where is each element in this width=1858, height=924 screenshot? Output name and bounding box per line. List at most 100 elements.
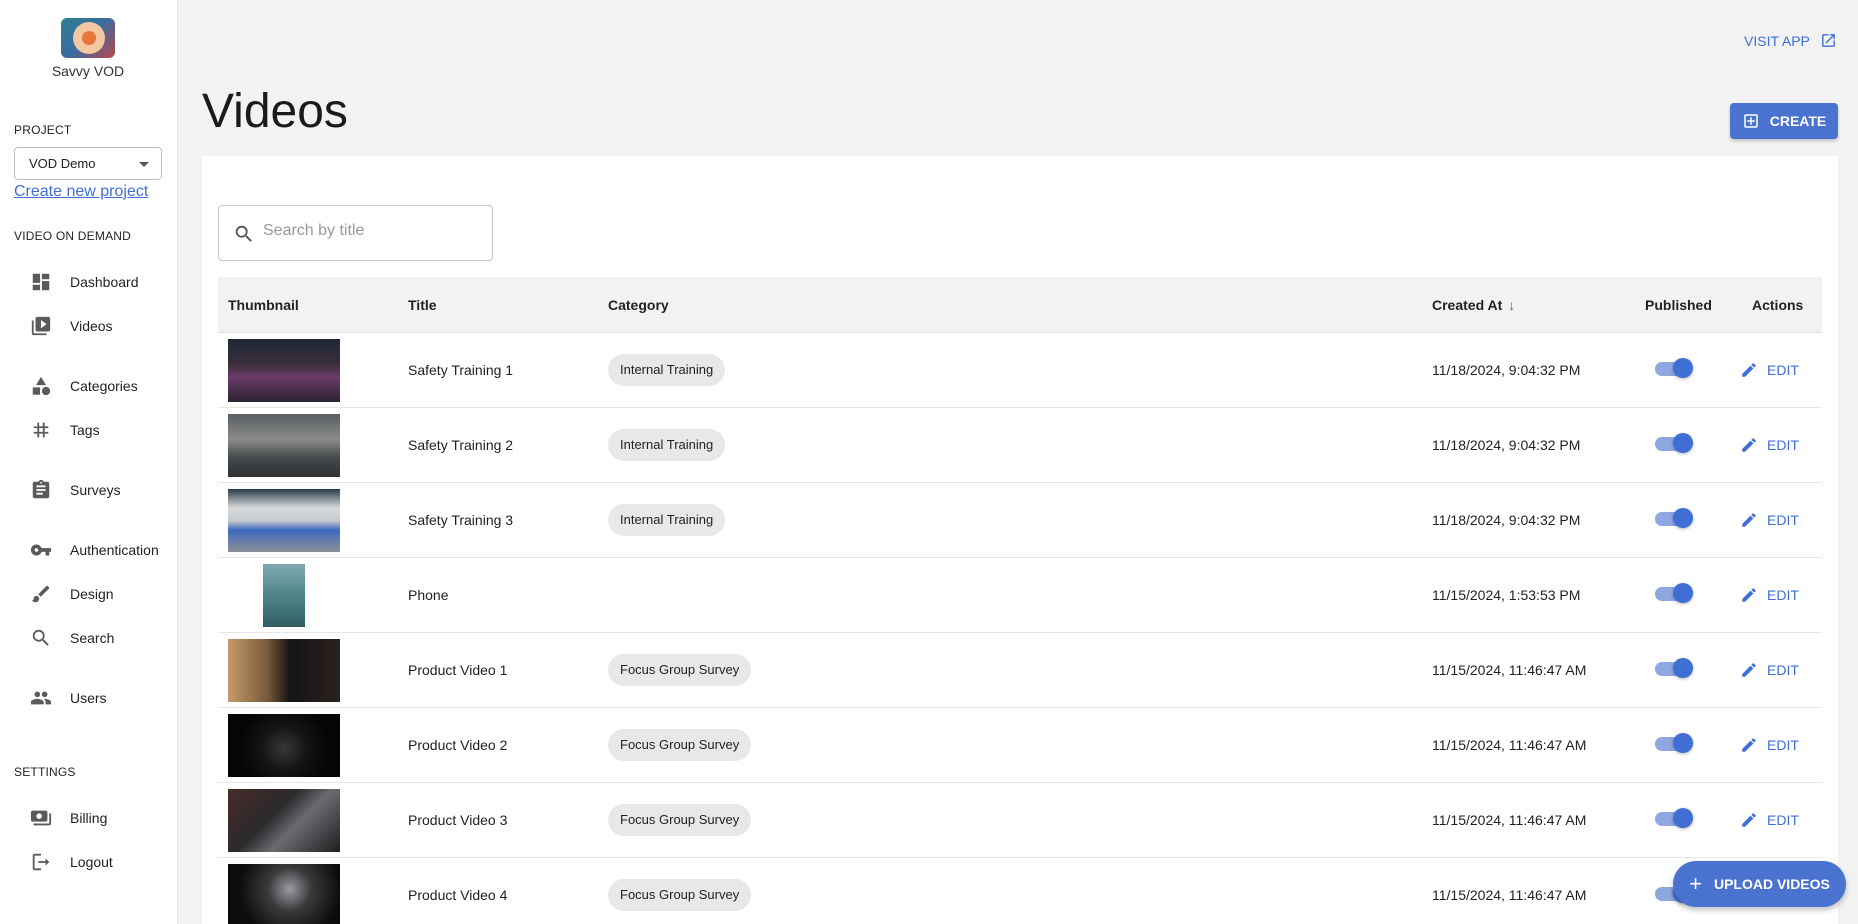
sort-descending-icon[interactable]: ↓ — [1508, 297, 1515, 313]
edit-button[interactable]: EDIT — [1740, 511, 1799, 529]
create-button-label: CREATE — [1769, 113, 1827, 129]
sidebar-item-billing[interactable]: Billing — [30, 806, 107, 830]
upload-videos-button[interactable]: + UPLOAD VIDEOS — [1673, 861, 1846, 907]
visit-app-label: VISIT APP — [1744, 32, 1810, 49]
brand-name: Savvy VOD — [51, 63, 125, 79]
published-toggle[interactable] — [1655, 433, 1693, 453]
published-toggle[interactable] — [1655, 583, 1693, 603]
column-actions: Actions — [1752, 297, 1804, 313]
clipboard-icon — [32, 479, 50, 499]
video-thumbnail[interactable] — [228, 339, 340, 402]
video-thumbnail[interactable] — [228, 789, 340, 852]
category-chip: Focus Group Survey — [608, 804, 752, 836]
table-row[interactable]: Safety Training 2 Internal Training 11/1… — [218, 408, 1822, 483]
edit-button[interactable]: EDIT — [1740, 361, 1799, 379]
sidebar-item-label: Billing — [70, 810, 108, 826]
sidebar-item-design[interactable]: Design — [30, 582, 114, 606]
sidebar: Savvy VOD PROJECT VOD Demo Create new pr… — [0, 0, 178, 924]
published-toggle[interactable] — [1655, 658, 1693, 678]
video-thumbnail[interactable] — [228, 639, 340, 702]
search-input[interactable] — [263, 222, 483, 240]
created-at: 11/15/2024, 11:46:47 AM — [1432, 662, 1587, 678]
column-category[interactable]: Category — [608, 297, 669, 313]
project-select-value: VOD Demo — [29, 156, 96, 171]
upload-videos-label: UPLOAD VIDEOS — [1713, 876, 1830, 892]
search-icon — [235, 225, 252, 242]
category-chip: Focus Group Survey — [608, 879, 752, 911]
search-box[interactable] — [218, 205, 493, 261]
pencil-icon — [1742, 588, 1756, 602]
edit-button[interactable]: EDIT — [1740, 811, 1799, 829]
sidebar-item-users[interactable]: Users — [30, 686, 107, 710]
published-toggle[interactable] — [1655, 358, 1693, 378]
table-row[interactable]: Phone 11/15/2024, 1:53:53 PM EDIT — [218, 558, 1822, 633]
project-section-label: PROJECT — [14, 123, 72, 137]
search-icon — [32, 629, 49, 646]
sidebar-item-videos[interactable]: Videos — [30, 314, 113, 338]
create-project-link[interactable]: Create new project — [14, 183, 148, 201]
table-row[interactable]: Product Video 4 Focus Group Survey 11/15… — [218, 858, 1822, 924]
sidebar-item-search[interactable]: Search — [30, 626, 114, 650]
created-at: 11/18/2024, 9:04:32 PM — [1432, 362, 1581, 378]
sidebar-item-label: Search — [70, 630, 115, 646]
sidebar-item-tags[interactable]: Tags — [30, 418, 100, 442]
hash-icon — [33, 422, 49, 438]
edit-button[interactable]: EDIT — [1740, 661, 1799, 679]
sidebar-item-authentication[interactable]: Authentication — [30, 538, 159, 562]
settings-section-label: SETTINGS — [14, 765, 76, 779]
video-thumbnail[interactable] — [228, 864, 340, 924]
brush-icon — [31, 585, 50, 603]
created-at: 11/15/2024, 1:53:53 PM — [1432, 587, 1581, 603]
edit-label: EDIT — [1767, 587, 1799, 603]
edit-button[interactable]: EDIT — [1740, 586, 1799, 604]
edit-label: EDIT — [1767, 362, 1799, 378]
edit-button[interactable]: EDIT — [1740, 436, 1799, 454]
logout-icon — [32, 853, 50, 871]
sidebar-item-label: Surveys — [70, 482, 121, 498]
sidebar-item-categories[interactable]: Categories — [30, 374, 138, 398]
column-title[interactable]: Title — [408, 297, 437, 313]
visit-app-link[interactable]: VISIT APP — [1744, 32, 1837, 49]
column-published[interactable]: Published — [1645, 297, 1712, 313]
table-row[interactable]: Safety Training 3 Internal Training 11/1… — [218, 483, 1822, 558]
video-title: Product Video 1 — [408, 662, 508, 678]
categories-icon — [32, 376, 51, 396]
category-chip: Internal Training — [608, 429, 726, 461]
published-toggle[interactable] — [1655, 808, 1693, 828]
pencil-icon — [1742, 438, 1756, 452]
table-row[interactable]: Product Video 1 Focus Group Survey 11/15… — [218, 633, 1822, 708]
edit-button[interactable]: EDIT — [1740, 736, 1799, 754]
video-thumbnail[interactable] — [228, 714, 340, 777]
table-row[interactable]: Safety Training 1 Internal Training 11/1… — [218, 333, 1822, 408]
billing-icon — [30, 810, 52, 826]
sidebar-item-logout[interactable]: Logout — [30, 850, 113, 874]
users-icon — [30, 691, 52, 705]
create-button[interactable]: CREATE — [1730, 103, 1838, 139]
video-thumbnail[interactable] — [263, 564, 305, 627]
pencil-icon — [1742, 663, 1756, 677]
vod-section-label: VIDEO ON DEMAND — [14, 229, 132, 243]
project-select[interactable]: VOD Demo — [14, 147, 162, 180]
published-toggle[interactable] — [1655, 508, 1693, 528]
app-logo[interactable] — [61, 18, 115, 58]
table-row[interactable]: Product Video 3 Focus Group Survey 11/15… — [218, 783, 1822, 858]
sidebar-item-label: Logout — [70, 854, 113, 870]
video-thumbnail[interactable] — [228, 414, 340, 477]
sidebar-item-surveys[interactable]: Surveys — [30, 478, 121, 502]
published-toggle[interactable] — [1655, 733, 1693, 753]
sidebar-item-label: Users — [70, 690, 107, 706]
column-created-at[interactable]: Created At ↓ — [1432, 297, 1515, 313]
plus-icon: + — [1689, 871, 1702, 896]
videos-icon — [31, 316, 51, 336]
table-row[interactable]: Product Video 2 Focus Group Survey 11/15… — [218, 708, 1822, 783]
edit-label: EDIT — [1767, 512, 1799, 528]
pencil-icon — [1742, 813, 1756, 827]
category-chip: Focus Group Survey — [608, 729, 752, 761]
sidebar-item-dashboard[interactable]: Dashboard — [30, 270, 139, 294]
dropdown-caret-icon — [139, 162, 149, 167]
video-title: Safety Training 3 — [408, 512, 514, 528]
video-thumbnail[interactable] — [228, 489, 340, 552]
video-title: Safety Training 2 — [408, 437, 514, 453]
pencil-icon — [1742, 738, 1756, 752]
created-at: 11/18/2024, 9:04:32 PM — [1432, 437, 1581, 453]
